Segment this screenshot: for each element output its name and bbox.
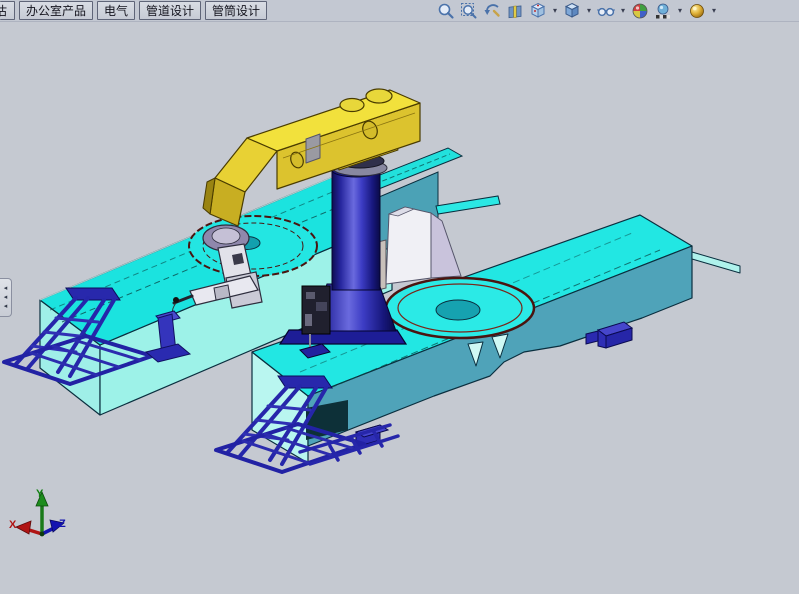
dropdown-caret[interactable]: ▾ [619,1,627,20]
model-scene[interactable]: Y X Z [0,0,799,589]
tab-piping-design[interactable]: 管道设计 [139,1,201,20]
tab-evaluate-partial[interactable]: 估 [0,1,15,20]
axis-label-x: X [9,519,17,531]
panel-collapse-arrow: ◂ [4,284,8,293]
dropdown-caret[interactable]: ▾ [710,1,718,20]
axis-label-y: Y [36,488,44,500]
tab-tubing-design[interactable]: 管筒设计 [205,1,267,20]
zoom-to-fit-icon[interactable] [436,1,456,20]
feature-panel-collapse-tab[interactable]: ◂ ◂ ◂ [0,278,12,317]
previous-view-icon[interactable] [482,1,502,20]
panel-collapse-arrow: ◂ [4,302,8,311]
command-tabs: 估 办公室产品 电气 管道设计 管筒设计 [0,1,271,20]
display-style-icon[interactable] [562,1,582,20]
tab-office-products[interactable]: 办公室产品 [19,1,93,20]
view-orientation-icon[interactable] [528,1,548,20]
tab-electrical[interactable]: 电气 [97,1,135,20]
dropdown-caret[interactable]: ▾ [551,1,559,20]
dropdown-caret[interactable]: ▾ [585,1,593,20]
heads-up-view-toolbar: ▾ ▾ ▾ ▾ ▾ [436,0,718,21]
axis-label-z: Z [59,518,66,530]
view-settings-icon[interactable] [687,1,707,20]
edit-appearance-icon[interactable] [630,1,650,20]
section-view-icon[interactable] [505,1,525,20]
command-manager-bar: 估 办公室产品 电气 管道设计 管筒设计 ▾ ▾ ▾ [0,0,799,22]
hide-show-items-icon[interactable] [596,1,616,20]
apply-scene-icon[interactable] [653,1,673,20]
zoom-to-area-icon[interactable] [459,1,479,20]
viewport-3d[interactable]: Y X Z [0,0,799,589]
dropdown-caret[interactable]: ▾ [676,1,684,20]
panel-collapse-arrow: ◂ [4,293,8,302]
rotary-ring-right[interactable] [386,278,534,338]
